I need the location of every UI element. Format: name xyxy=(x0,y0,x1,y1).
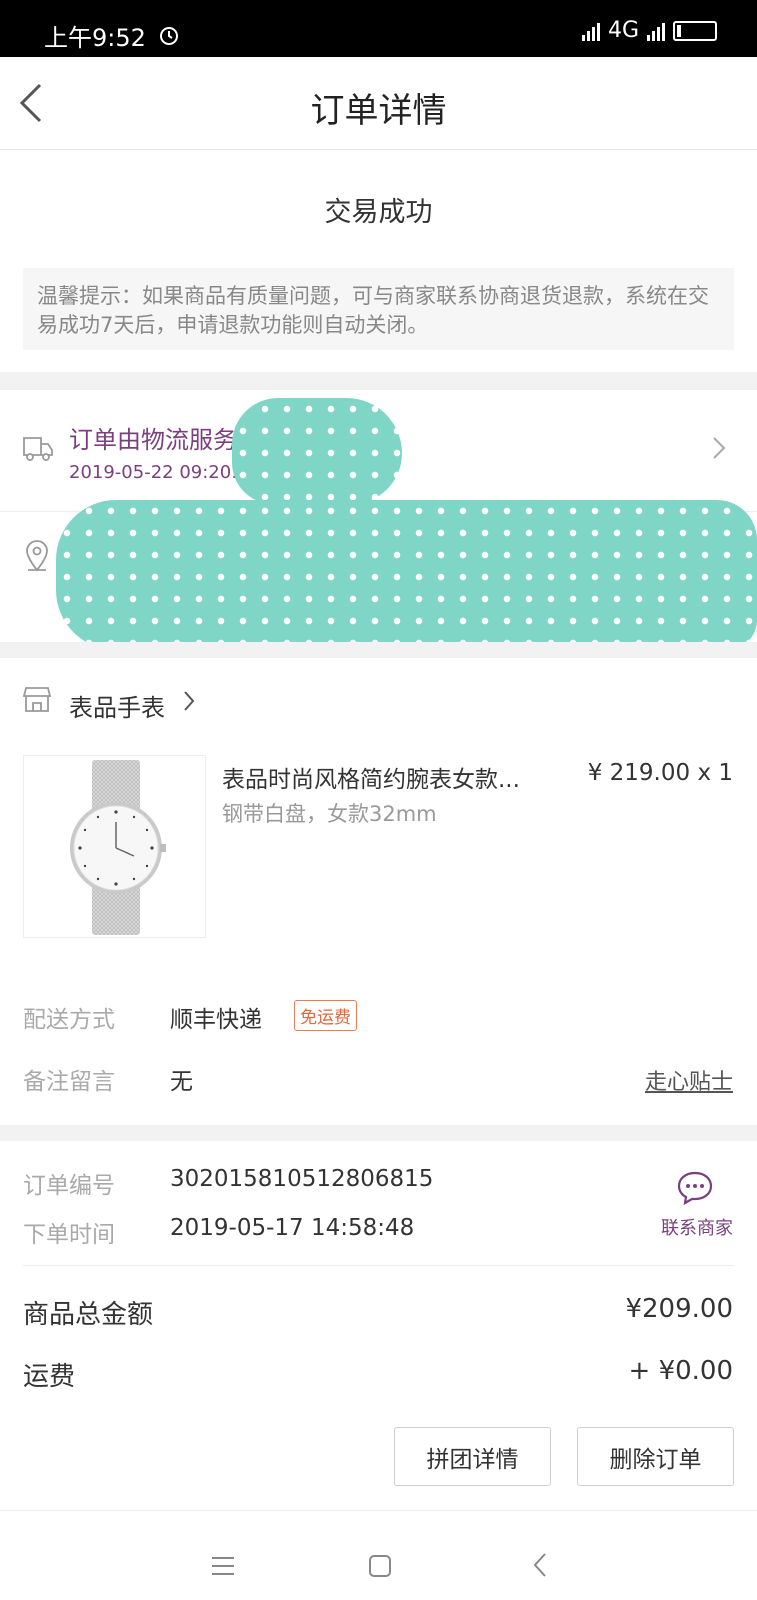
delete-order-button[interactable]: 删除订单 xyxy=(577,1427,734,1486)
quantity-value: x 1 xyxy=(697,760,733,786)
status-indicators: 4G xyxy=(581,18,717,43)
free-shipping-badge: 免运费 xyxy=(294,1000,357,1031)
price-value: ¥ 219.00 xyxy=(587,760,691,786)
shipping-fee-label: 运费 xyxy=(23,1362,76,1392)
redaction-mask xyxy=(56,500,757,650)
signal-icon xyxy=(581,21,600,41)
watch-image xyxy=(70,760,166,935)
remark-value: 无 xyxy=(170,1069,193,1095)
product-image[interactable] xyxy=(23,755,206,938)
divider xyxy=(23,1265,734,1266)
product-spec: 钢带白盘，女款32mm xyxy=(222,802,437,826)
section-divider xyxy=(0,642,757,658)
order-status: 交易成功 xyxy=(324,197,433,228)
alarm-icon xyxy=(160,27,178,45)
nav-bar: 订单详情 xyxy=(0,57,757,150)
page-title: 订单详情 xyxy=(310,91,447,131)
system-nav-bar xyxy=(0,1510,757,1600)
shipping-fee-value: + ¥0.00 xyxy=(628,1356,733,1386)
product-price: ¥ 219.00 x 1 xyxy=(588,760,733,786)
system-back-icon[interactable] xyxy=(530,1551,550,1579)
battery-icon xyxy=(673,20,717,41)
order-number: 302015810512806815 xyxy=(170,1166,434,1192)
status-time: 上午9:52 xyxy=(44,24,146,52)
shop-name: 表品手表 xyxy=(69,694,165,722)
delivery-value: 顺丰快递 xyxy=(170,1007,262,1033)
tips-link[interactable]: 走心贴士 xyxy=(645,1064,733,1096)
chevron-right-icon xyxy=(184,691,195,711)
product-name[interactable]: 表品时尚风格简约腕表女款... xyxy=(222,760,520,794)
contact-merchant-button[interactable]: 联系商家 xyxy=(661,1214,733,1240)
truck-icon xyxy=(23,437,53,461)
order-number-label: 订单编号 xyxy=(23,1173,115,1199)
section-divider xyxy=(0,372,757,390)
home-icon[interactable] xyxy=(367,1553,393,1579)
shop-row[interactable]: 表品手表 xyxy=(0,658,757,744)
notice-box: 温馨提示：如果商品有质量问题，可与商家联系协商退货退款，系统在交易成功7天后，申… xyxy=(23,268,734,350)
delivery-label: 配送方式 xyxy=(23,1007,115,1033)
network-type: 4G xyxy=(607,18,639,43)
logistics-status: 订单由物流服务 xyxy=(69,426,237,454)
location-pin-icon xyxy=(26,540,48,572)
chevron-right-icon xyxy=(713,437,726,459)
group-detail-button[interactable]: 拼团详情 xyxy=(394,1427,551,1486)
goods-total-value: ¥209.00 xyxy=(625,1294,733,1324)
remark-label: 备注留言 xyxy=(23,1069,115,1095)
order-time: 2019-05-17 14:58:48 xyxy=(170,1215,415,1241)
redaction-mask xyxy=(232,398,402,504)
status-bar: 上午9:52 4G xyxy=(0,0,757,57)
chat-icon[interactable] xyxy=(676,1170,714,1206)
menu-icon[interactable] xyxy=(210,1555,236,1577)
signal-icon-2 xyxy=(647,21,665,41)
order-time-label: 下单时间 xyxy=(23,1222,115,1248)
goods-total-label: 商品总金额 xyxy=(23,1300,154,1330)
section-divider xyxy=(0,1125,757,1141)
store-icon xyxy=(22,687,52,712)
